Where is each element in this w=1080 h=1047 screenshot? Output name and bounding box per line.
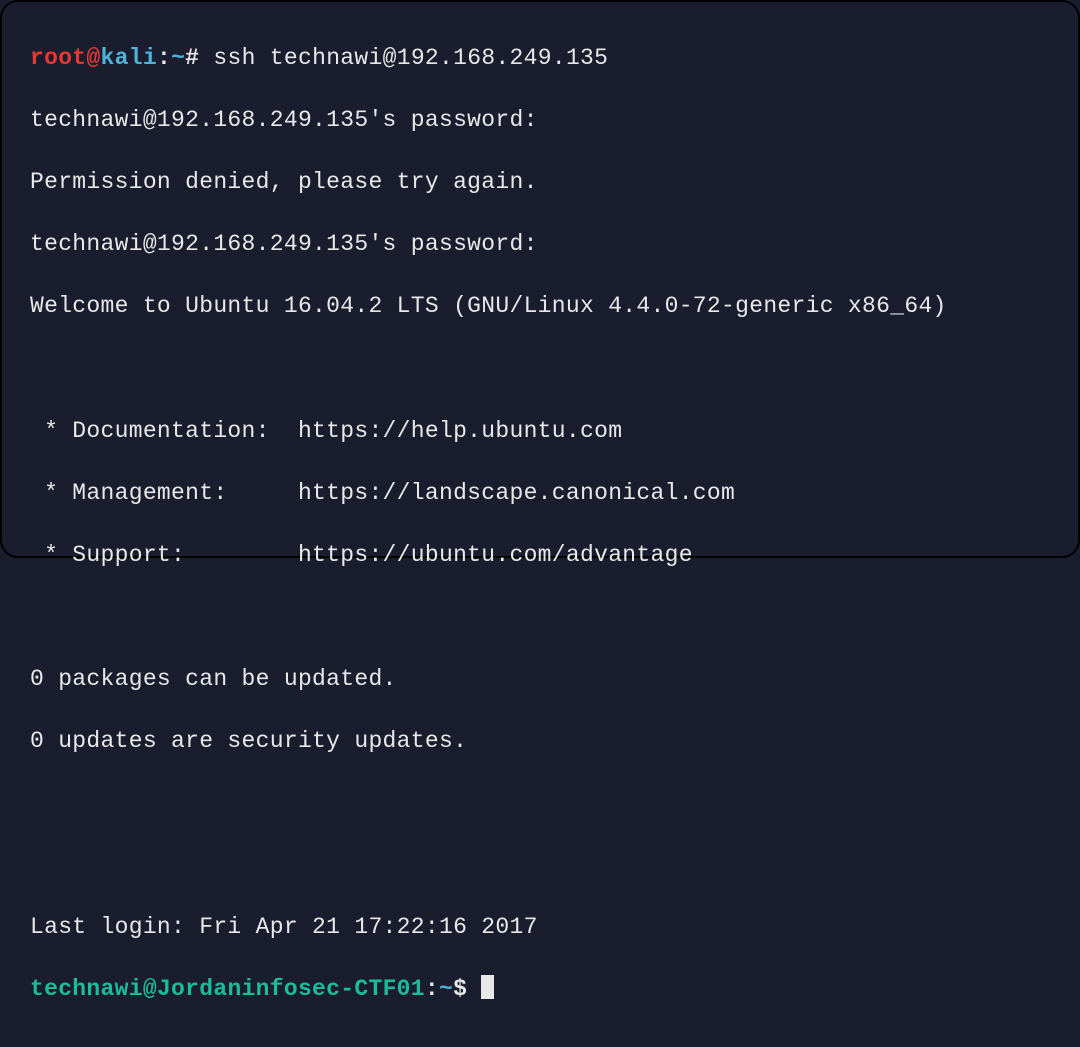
output-support: * Support: https://ubuntu.com/advantage [30,540,1050,571]
output-welcome: Welcome to Ubuntu 16.04.2 LTS (GNU/Linux… [30,291,1050,322]
output-sec: 0 updates are security updates. [30,726,1050,757]
output-mgmt: * Management: https://landscape.canonica… [30,478,1050,509]
output-blank [30,850,1050,881]
output-password-1: technawi@192.168.249.135's password: [30,105,1050,136]
prompt-user: root [30,45,86,71]
command-text: ssh technawi@192.168.249.135 [213,45,608,71]
prompt-sep: @ [143,976,157,1002]
prompt-sep: @ [86,45,100,71]
prompt-host: Jordaninfosec-CTF01 [157,976,425,1002]
prompt-sep2: : [157,45,171,71]
prompt-sep2: : [425,976,439,1002]
prompt-path: ~ [171,45,185,71]
output-password-2: technawi@192.168.249.135's password: [30,229,1050,260]
terminal-window[interactable]: root@kali:~# ssh technawi@192.168.249.13… [2,2,1078,1047]
prompt-symbol: # [185,45,199,71]
prompt-line-1: root@kali:~# ssh technawi@192.168.249.13… [30,43,1050,74]
output-blank [30,788,1050,819]
prompt-host: kali [101,45,157,71]
cursor-icon [481,975,494,999]
output-pkg: 0 packages can be updated. [30,664,1050,695]
output-denied: Permission denied, please try again. [30,167,1050,198]
output-blank [30,602,1050,633]
output-lastlogin: Last login: Fri Apr 21 17:22:16 2017 [30,912,1050,943]
prompt-line-2: technawi@Jordaninfosec-CTF01:~$ [30,974,1050,1005]
prompt-path: ~ [439,976,453,1002]
output-doc: * Documentation: https://help.ubuntu.com [30,416,1050,447]
output-blank [30,354,1050,385]
prompt-symbol: $ [453,976,467,1002]
prompt-user: technawi [30,976,143,1002]
